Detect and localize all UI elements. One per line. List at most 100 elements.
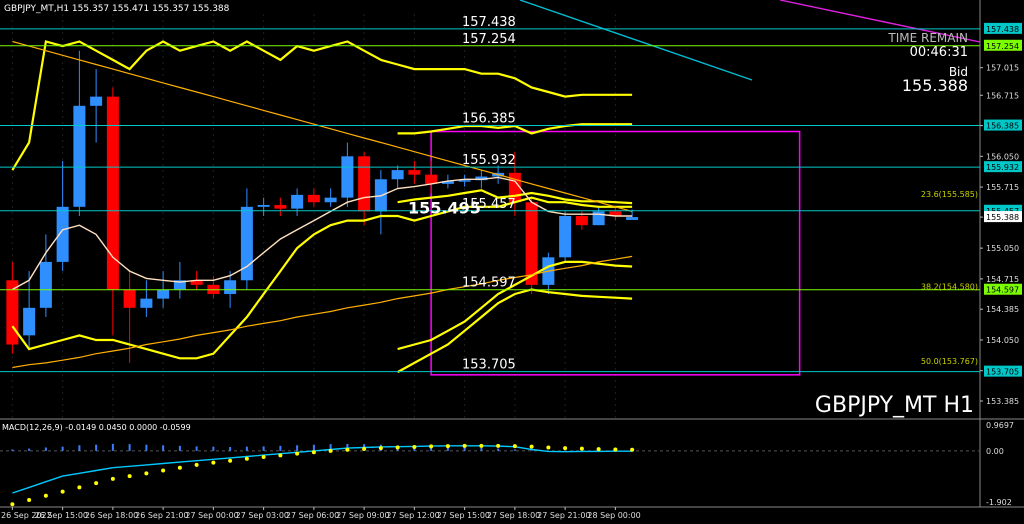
candle-bull: [341, 156, 354, 198]
time-axis: 26 Sep 202226 Sep 15:0026 Sep 18:0026 Se…: [1, 507, 641, 520]
candles-layer: [6, 50, 639, 363]
macd-y-tick-label: 0.00: [986, 447, 1004, 456]
candle-bull: [291, 194, 304, 209]
macd-y-tick-label: -1.902: [986, 498, 1012, 507]
macd-signal-dot: [613, 447, 618, 452]
candle-bear: [274, 204, 287, 209]
candle-bull: [559, 216, 572, 258]
macd-signal-dot: [144, 471, 149, 476]
macd-signal-dot: [328, 448, 333, 453]
fib-label: 50.0(153.767): [921, 357, 978, 366]
macd-signal-dot: [77, 485, 82, 490]
macd-signal-dot: [496, 443, 501, 448]
level-label: 155.932: [462, 153, 516, 168]
x-tick-label: 26 Sep 15:00: [35, 511, 88, 520]
macd-line: [12, 445, 633, 494]
level-label: 157.438: [462, 15, 516, 30]
macd-signal-dot: [345, 447, 350, 452]
fib-label: 38.2(154.580): [921, 282, 978, 291]
indicator-line: [12, 255, 633, 369]
macd-signal-dot: [228, 458, 233, 463]
indicator-lines: [11, 40, 633, 374]
macd-signal-dot: [362, 446, 367, 451]
price-tag-label: 157.254: [986, 42, 1019, 51]
macd-signal-dot: [295, 451, 300, 456]
x-tick-label: 27 Sep 21:00: [537, 511, 590, 520]
price-tag-label: 157.438: [986, 25, 1019, 34]
price-axis: 157.015 156.715 156.385 156.050 155.715 155.3…: [980, 22, 1022, 406]
time-remain-value: 00:46:31: [910, 45, 968, 60]
macd-signal-dot: [194, 462, 199, 467]
indicator-line: [12, 40, 633, 212]
price-tag-label: 153.705: [986, 368, 1019, 377]
candle-bull: [257, 204, 270, 207]
y-tick-label: 153.385: [986, 397, 1019, 406]
price-chart[interactable]: 157.438157.254156.385155.932155.457154.5…: [0, 0, 1024, 524]
candle-bull: [140, 298, 153, 308]
candle-bull: [23, 307, 36, 336]
x-tick-label: 27 Sep 12:00: [386, 511, 439, 520]
candle-bull: [626, 217, 639, 220]
macd-signal-dot: [412, 444, 417, 449]
level-label: 154.597: [462, 276, 516, 291]
x-tick-label: 27 Sep 03:00: [236, 511, 289, 520]
macd-signal-dot: [529, 444, 534, 449]
bid-value: 155.388: [902, 76, 968, 95]
level-label: 157.254: [462, 32, 516, 47]
candle-bull: [157, 289, 170, 299]
candle-bull: [224, 280, 237, 295]
x-tick-label: 28 Sep 00:00: [587, 511, 640, 520]
cyan-trendline: [519, 0, 753, 81]
candle-bull: [73, 105, 86, 207]
macd-signal-dot: [395, 445, 400, 450]
x-tick-label: 27 Sep 06:00: [286, 511, 339, 520]
y-tick-label: 154.715: [986, 275, 1019, 284]
macd-signal-dot: [378, 446, 383, 451]
price-tag-label: 155.932: [986, 163, 1019, 172]
macd-label: MACD(12,26,9) -0.0149 0.0450 0.0000 -0.0…: [2, 423, 191, 432]
macd-signal-dot: [462, 443, 467, 448]
x-tick-label: 26 Sep 21:00: [135, 511, 188, 520]
macd-signal-dot: [244, 456, 249, 461]
x-tick-label: 27 Sep 00:00: [185, 511, 238, 520]
candle-bear: [575, 216, 588, 226]
macd-signal-dot: [512, 444, 517, 449]
price-tag-label: 156.385: [986, 122, 1019, 131]
macd-signal-dot: [94, 481, 99, 486]
macd-signal-dot: [579, 446, 584, 451]
indicator-line: [11, 196, 633, 360]
macd-signal-dot: [177, 465, 182, 470]
level-label: 156.385: [462, 112, 516, 127]
macd-signal-dot: [429, 444, 434, 449]
macd-signal-dot: [60, 489, 65, 494]
price-tag-label: 154.597: [986, 286, 1019, 295]
macd-signal-dot: [127, 474, 132, 479]
y-tick-label: 157.015: [986, 64, 1019, 73]
y-tick-label: 154.385: [986, 305, 1019, 314]
y-tick-label: 155.050: [986, 244, 1019, 253]
macd-signal-dot: [10, 502, 15, 507]
x-tick-label: 27 Sep 15:00: [437, 511, 490, 520]
macd-signal-dot: [445, 444, 450, 449]
level-label: 153.705: [462, 358, 516, 373]
x-tick-label: 26 Sep 18:00: [85, 511, 138, 520]
macd-signal-dot: [596, 447, 601, 452]
y-tick-label: 155.715: [986, 183, 1019, 192]
x-tick-label: 27 Sep 18:00: [487, 511, 540, 520]
macd-signal-dot: [546, 445, 551, 450]
candle-bull: [90, 96, 103, 106]
macd-signal-dot: [110, 476, 115, 481]
candle-bear: [408, 170, 421, 175]
pivot-label: 155.495: [408, 198, 481, 217]
macd-signal-dot: [479, 443, 484, 448]
x-tick-label: 27 Sep 09:00: [336, 511, 389, 520]
macd-y-tick-label: 0.9697: [986, 421, 1014, 430]
macd-signal-dot: [43, 493, 48, 498]
symbol-label: GBPJPY_MT H1: [815, 393, 974, 418]
candle-bear: [307, 194, 320, 203]
macd-signal-dot: [211, 460, 216, 465]
time-remain-label: TIME REMAIN: [887, 31, 968, 45]
macd-signal-dot: [311, 450, 316, 455]
candle-bull: [39, 261, 52, 308]
macd-panel: MACD(12,26,9) -0.0149 0.0450 0.0000 -0.0…: [0, 421, 1014, 507]
